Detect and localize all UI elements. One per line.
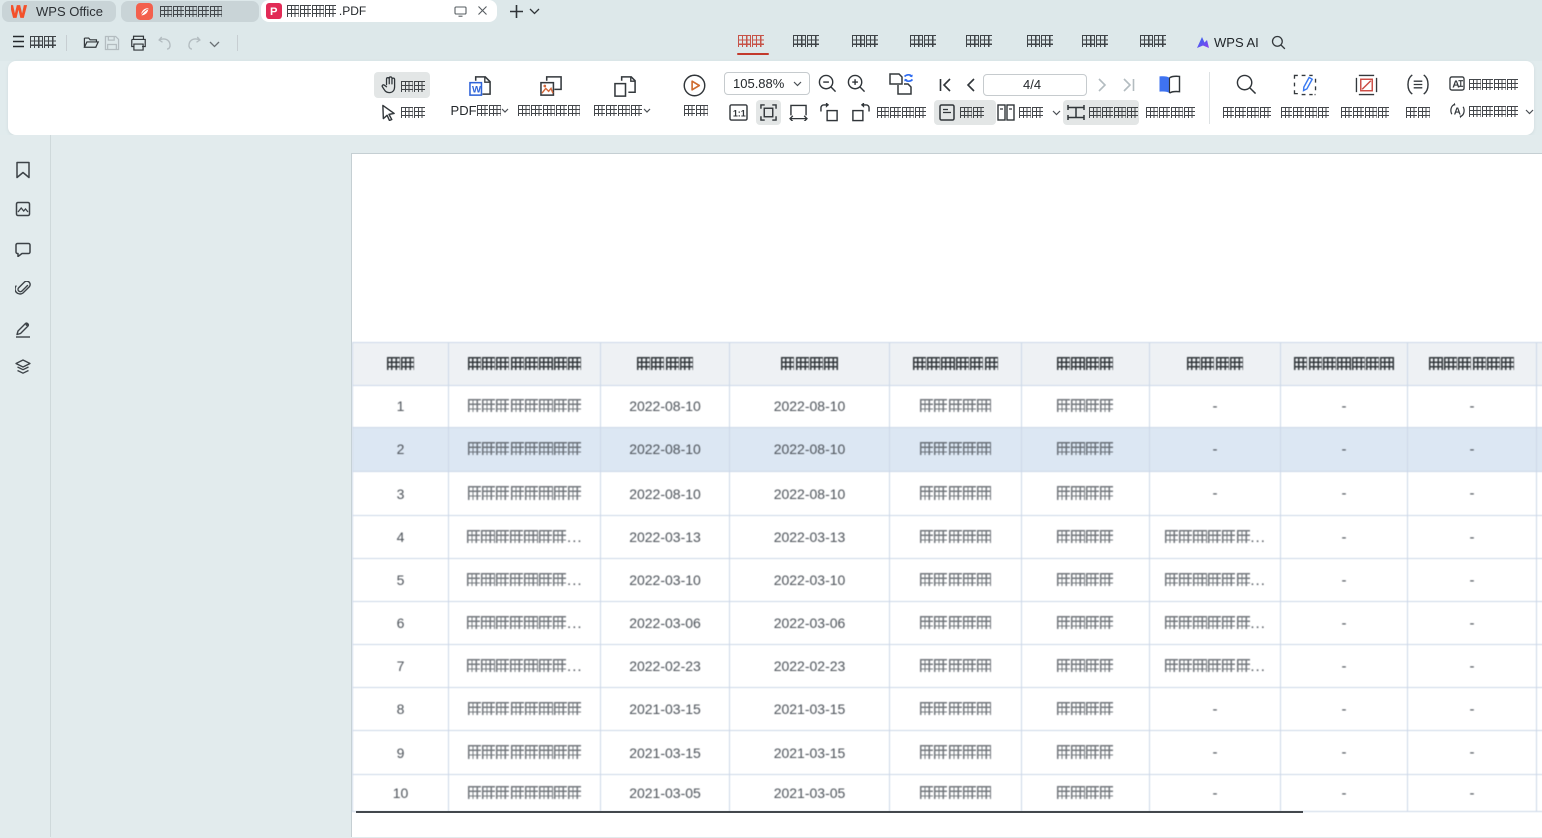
svg-text:A: A bbox=[1454, 106, 1461, 117]
svg-text:P: P bbox=[270, 6, 278, 18]
svg-text:1:1: 1:1 bbox=[733, 108, 746, 118]
svg-text:W: W bbox=[472, 85, 482, 96]
svg-text:W: W bbox=[11, 4, 27, 20]
